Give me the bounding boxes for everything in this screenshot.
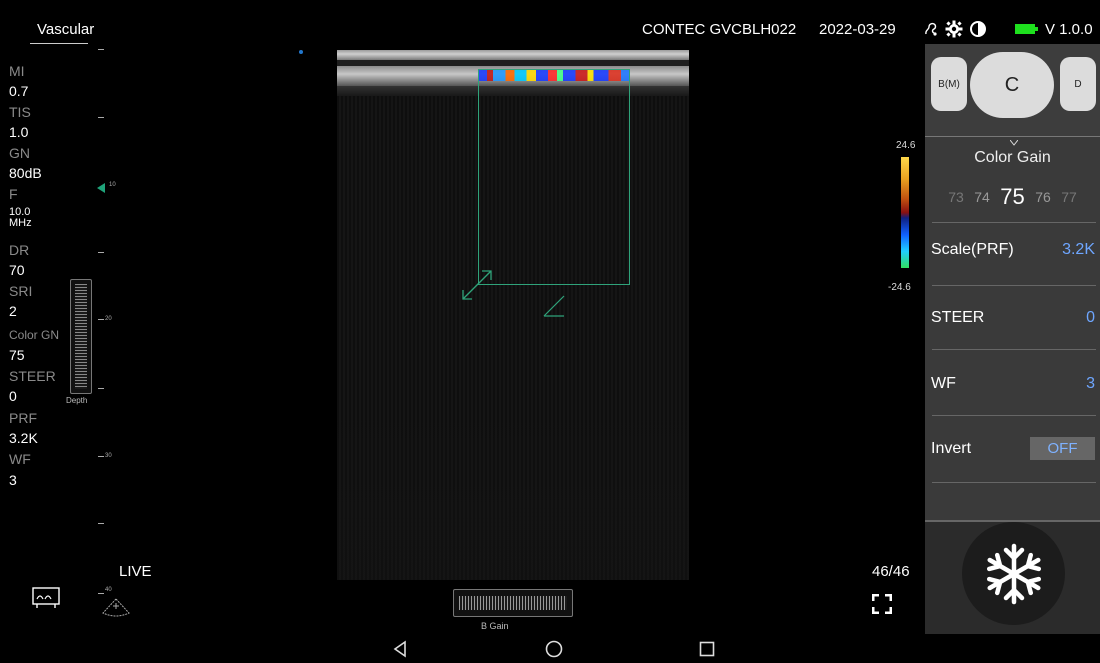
param-value-gn: 80dB — [9, 165, 42, 181]
fullscreen-icon[interactable] — [871, 593, 893, 619]
b-gain-label: B Gain — [481, 621, 509, 631]
snowflake-icon — [986, 543, 1041, 604]
invert-toggle[interactable]: OFF — [1030, 437, 1095, 460]
depth-tick — [98, 319, 104, 320]
depth-tick — [98, 593, 104, 594]
device-name: CONTEC GVCBLH022 — [642, 21, 797, 38]
param-label-color-gn: Color GN — [9, 328, 60, 342]
color-gain-option[interactable]: 74 — [974, 189, 990, 205]
param-label-gn: GN — [9, 145, 30, 161]
exam-mode-title[interactable]: Vascular — [37, 21, 94, 38]
color-gain-title: Color Gain — [974, 149, 1051, 166]
depth-tick — [98, 523, 104, 524]
tab-color-mode[interactable]: C — [970, 52, 1054, 118]
param-label-sri: SRI — [9, 283, 33, 299]
invert-label: Invert — [931, 440, 972, 457]
nav-back-icon[interactable] — [392, 640, 408, 663]
divider — [925, 136, 1100, 137]
velocity-colorbar — [901, 157, 909, 268]
colorbar-max: 24.6 — [896, 140, 916, 151]
param-value-steer: 0 — [9, 388, 17, 404]
param-label-dr: DR — [9, 242, 30, 258]
tab-bm-mode[interactable]: B(M) — [931, 57, 967, 111]
tissue-layer — [337, 50, 689, 60]
param-label-tis: TIS — [9, 104, 31, 120]
report-icon[interactable] — [31, 586, 61, 615]
b-gain-slider[interactable] — [453, 589, 573, 617]
color-gain-option[interactable]: 73 — [948, 189, 964, 205]
wf-value[interactable]: 3 — [1086, 375, 1095, 393]
color-gain-selected[interactable]: 75 — [1000, 184, 1024, 210]
param-label-mi: MI — [9, 63, 25, 79]
param-label-wf: WF — [9, 451, 31, 467]
gear-icon[interactable] — [944, 20, 964, 38]
wf-label[interactable]: WF — [931, 375, 956, 393]
param-value-dr: 70 — [9, 262, 25, 278]
param-value-prf: 3.2K — [9, 430, 38, 446]
param-value-f: 10.0 MHz — [9, 206, 32, 229]
param-value-wf: 3 — [9, 472, 17, 488]
depth-tick — [98, 252, 104, 253]
nav-home-icon[interactable] — [545, 640, 563, 663]
orientation-dot — [299, 50, 303, 54]
depth-tick-label: 20 — [105, 316, 112, 322]
divider — [932, 349, 1096, 350]
date-text: 2022-03-29 — [819, 21, 896, 38]
color-gain-picker[interactable]: 73 74 75 76 77 — [925, 184, 1100, 210]
steer-label[interactable]: STEER — [931, 309, 984, 327]
divider — [932, 482, 1096, 483]
steer-angle-indicator-icon — [542, 294, 566, 323]
depth-slider[interactable] — [70, 279, 92, 394]
nav-recents-icon[interactable] — [699, 641, 715, 662]
roi-resize-handle-icon[interactable] — [460, 268, 494, 307]
depth-tick — [98, 456, 104, 457]
param-label-f: F — [9, 186, 18, 202]
contrast-icon[interactable] — [968, 20, 988, 38]
scale-prf-label[interactable]: Scale(PRF) — [931, 241, 1014, 259]
color-roi-box[interactable] — [478, 69, 630, 285]
divider — [932, 415, 1096, 416]
scale-prf-value[interactable]: 3.2K — [1062, 241, 1095, 259]
param-value-tis: 1.0 — [9, 124, 29, 140]
depth-tick — [98, 388, 104, 389]
steer-value[interactable]: 0 — [1086, 309, 1095, 327]
depth-tick-label: 40 — [105, 587, 112, 593]
probe-icon[interactable] — [922, 20, 940, 38]
param-value-color-gn: 75 — [9, 347, 25, 363]
param-label-prf: PRF — [9, 410, 37, 426]
depth-tick-label: 10 — [109, 182, 116, 188]
divider — [932, 222, 1096, 223]
depth-tick-label: 30 — [105, 453, 112, 459]
probe-sector-icon[interactable] — [99, 597, 133, 624]
param-value-sri: 2 — [9, 303, 17, 319]
frame-counter: 46/46 — [872, 563, 910, 580]
depth-tick — [98, 117, 104, 118]
divider — [932, 285, 1096, 286]
depth-slider-label: Depth — [66, 396, 88, 405]
depth-tick — [98, 49, 104, 50]
battery-icon — [1013, 20, 1041, 38]
param-label-steer: STEER — [9, 368, 56, 384]
color-gain-option[interactable]: 76 — [1035, 189, 1051, 205]
version-text: V 1.0.0 — [1045, 21, 1093, 38]
mode-underline — [30, 43, 88, 44]
param-value-mi: 0.7 — [9, 83, 29, 99]
colorbar-min: -24.6 — [888, 282, 911, 293]
live-status: LIVE — [119, 563, 152, 580]
color-gain-option[interactable]: 77 — [1061, 189, 1077, 205]
freeze-button[interactable] — [962, 522, 1065, 625]
tab-doppler-mode[interactable]: D — [1060, 57, 1096, 111]
